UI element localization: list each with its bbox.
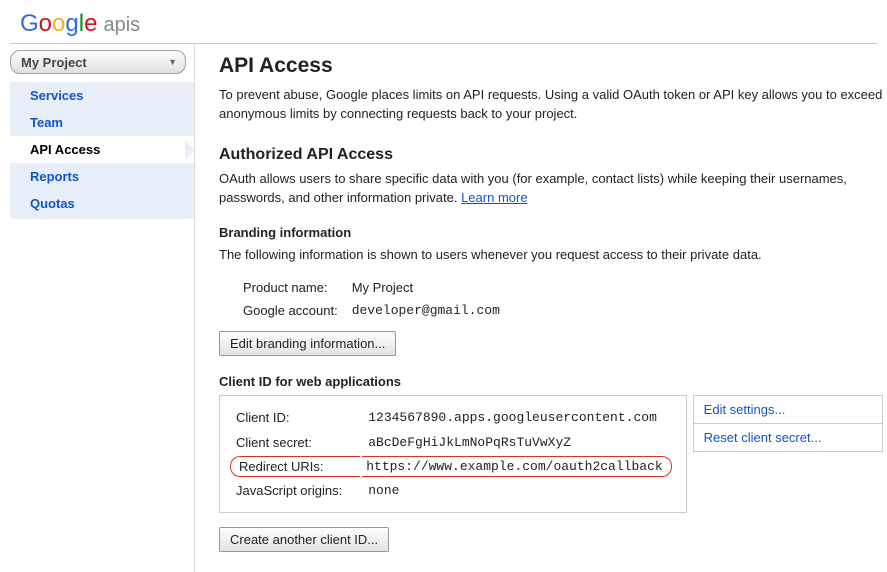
redirect-uris-label: Redirect URIs:	[230, 456, 360, 477]
sidebar-nav: Services Team API Access Reports Quotas	[10, 82, 194, 219]
redirect-uris-value: https://www.example.com/oauth2callback	[362, 456, 671, 477]
product-name-label: Product name:	[237, 277, 344, 298]
js-origins-label: JavaScript origins:	[230, 479, 360, 502]
edit-settings-link[interactable]: Edit settings...	[693, 395, 883, 423]
js-origins-value: none	[362, 479, 671, 502]
authorized-text-body: OAuth allows users to share specific dat…	[219, 171, 847, 205]
sidebar-item-api-access[interactable]: API Access	[10, 136, 194, 163]
client-id-value: 1234567890.apps.googleusercontent.com	[362, 406, 671, 429]
google-account-label: Google account:	[237, 300, 344, 321]
sidebar-item-services[interactable]: Services	[10, 82, 194, 109]
sidebar: My Project Services Team API Access Repo…	[10, 44, 194, 572]
intro-text: To prevent abuse, Google places limits o…	[219, 86, 883, 124]
main-content: API Access To prevent abuse, Google plac…	[194, 44, 887, 572]
edit-branding-button[interactable]: Edit branding information...	[219, 331, 396, 356]
authorized-heading: Authorized API Access	[219, 146, 883, 164]
create-client-id-button[interactable]: Create another client ID...	[219, 527, 389, 552]
branding-table: Product name: My Project Google account:…	[235, 275, 508, 323]
client-actions: Edit settings... Reset client secret...	[693, 395, 883, 513]
product-name-value: My Project	[346, 277, 506, 298]
google-logo: Google	[20, 10, 97, 38]
page-title: API Access	[219, 54, 883, 78]
branding-heading: Branding information	[219, 225, 883, 240]
product-suffix: apis	[103, 14, 140, 37]
client-id-box: Client ID: 1234567890.apps.googleusercon…	[219, 395, 687, 513]
client-id-label: Client ID:	[230, 406, 360, 429]
client-table: Client ID: 1234567890.apps.googleusercon…	[228, 404, 674, 504]
app-header: Google apis	[0, 0, 887, 43]
authorized-text: OAuth allows users to share specific dat…	[219, 170, 883, 208]
learn-more-link[interactable]: Learn more	[461, 190, 527, 205]
branding-text: The following information is shown to us…	[219, 246, 883, 265]
client-heading: Client ID for web applications	[219, 374, 883, 389]
sidebar-item-reports[interactable]: Reports	[10, 163, 194, 190]
project-selector-label: My Project	[21, 55, 87, 70]
sidebar-item-team[interactable]: Team	[10, 109, 194, 136]
sidebar-item-quotas[interactable]: Quotas	[10, 190, 194, 217]
client-secret-label: Client secret:	[230, 431, 360, 454]
project-selector[interactable]: My Project	[10, 50, 186, 74]
google-account-value: developer@gmail.com	[346, 300, 506, 321]
client-secret-value: aBcDeFgHiJkLmNoPqRsTuVwXyZ	[362, 431, 671, 454]
reset-client-secret-link[interactable]: Reset client secret...	[693, 423, 883, 452]
